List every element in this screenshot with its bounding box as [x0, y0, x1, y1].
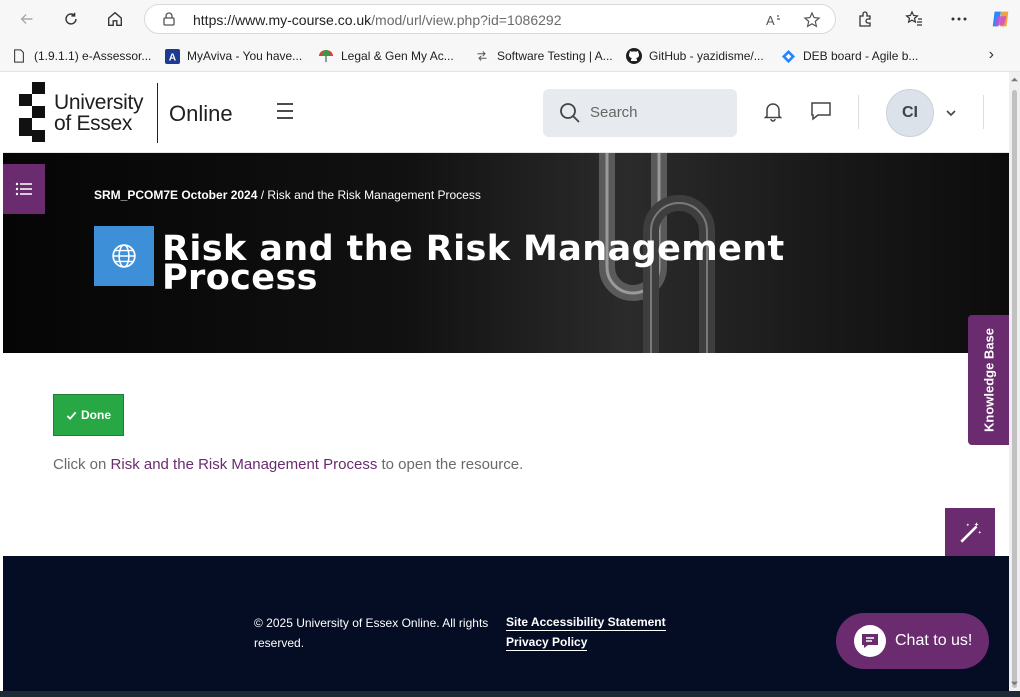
bookmark-label: MyAviva - You have... — [187, 49, 303, 63]
magic-wand-icon — [960, 522, 982, 543]
chat-label: Chat to us! — [895, 632, 973, 649]
instructions-prefix: Click on — [53, 456, 111, 473]
logo-line-1: University — [54, 91, 144, 114]
bookmarks-overflow-chevron-icon[interactable]: › — [989, 46, 994, 64]
address-url: https://www.my-course.co.uk/mod/url/view… — [193, 12, 562, 28]
search-icon — [560, 103, 580, 123]
logo-line-2: of Essex — [54, 112, 133, 135]
page-scrollbar[interactable] — [1009, 72, 1020, 691]
lock-icon — [163, 12, 175, 26]
bookmark-item[interactable]: A MyAviva - You have... — [164, 46, 302, 66]
bookmark-label: DEB board - Agile b... — [803, 49, 919, 63]
back-arrow-icon — [20, 13, 33, 25]
university-logo-checker-icon[interactable] — [19, 82, 45, 144]
header-separator — [983, 95, 984, 129]
checkmark-icon — [66, 411, 77, 420]
home-icon — [108, 11, 122, 26]
chat-to-us-button[interactable]: Chat to us! — [836, 613, 989, 669]
extensions-button[interactable] — [855, 8, 877, 30]
arrows-icon — [474, 48, 490, 64]
bookmark-label: (1.9.1.1) e-Assessor... — [34, 49, 152, 63]
globe-icon — [112, 244, 136, 268]
instructions-suffix: to open the resource. — [377, 456, 524, 473]
copyright-text: © 2025 University of Essex Online. All r… — [254, 616, 489, 650]
knowledge-base-label: Knowledge Base — [981, 327, 996, 433]
ellipsis-icon — [951, 17, 967, 21]
scroll-down-arrow-icon[interactable] — [1011, 680, 1018, 687]
logo-online-text: Online — [169, 101, 233, 126]
bookmark-item[interactable]: GitHub - yazidisme/... — [626, 46, 764, 66]
refresh-button[interactable] — [58, 6, 84, 32]
page-header-banner: SRM_PCOM7E October 2024 / Risk and the R… — [3, 153, 1009, 353]
search-placeholder: Search — [590, 104, 638, 121]
document-icon — [11, 48, 27, 64]
course-index-drawer-button[interactable] — [3, 164, 45, 214]
privacy-policy-link[interactable]: Privacy Policy — [506, 635, 588, 651]
site-footer: © 2025 University of Essex Online. All r… — [3, 556, 1009, 691]
bookmark-label: Legal & Gen My Ac... — [341, 49, 454, 63]
chat-bubble-icon — [854, 625, 886, 657]
done-label: Done — [81, 408, 111, 422]
favorites-button[interactable] — [903, 8, 925, 30]
aviva-icon: A — [164, 48, 180, 64]
breadcrumb-separator: / — [257, 188, 268, 202]
svg-text:A: A — [168, 52, 176, 63]
puzzle-icon — [859, 11, 871, 27]
url-resource-icon-tile — [94, 226, 154, 286]
chevron-down-icon[interactable] — [944, 106, 958, 120]
list-icon — [15, 182, 32, 196]
breadcrumb: SRM_PCOM7E October 2024 / Risk and the R… — [94, 188, 481, 202]
bookmark-item[interactable]: Software Testing | A... — [474, 46, 613, 66]
home-button[interactable] — [102, 6, 128, 32]
user-avatar[interactable]: CI — [886, 89, 934, 137]
page-title: Risk and the Risk Management Process — [162, 229, 785, 298]
browser-window: https://www.my-course.co.uk/mod/url/view… — [0, 0, 1020, 697]
university-logo-text[interactable]: University of Essex — [54, 92, 143, 134]
avatar-initials: CI — [902, 104, 918, 121]
scrollbar-thumb[interactable] — [1012, 90, 1017, 688]
copilot-icon — [992, 11, 1009, 27]
svg-text:A: A — [766, 13, 775, 28]
course-page: University of Essex Online Search CI SRM… — [3, 72, 1009, 691]
resource-link[interactable]: Risk and the Risk Management Process — [111, 456, 378, 473]
more-menu-button[interactable] — [948, 8, 970, 30]
messages-icon[interactable] — [809, 99, 833, 123]
accessibility-statement-link[interactable]: Site Accessibility Statement — [506, 615, 666, 631]
address-bar[interactable]: https://www.my-course.co.uk/mod/url/view… — [144, 4, 836, 34]
bookmark-item[interactable]: Legal & Gen My Ac... — [318, 46, 454, 66]
jira-icon — [780, 48, 796, 64]
bookmark-item[interactable]: (1.9.1.1) e-Assessor... — [11, 46, 151, 66]
favorite-star-icon[interactable] — [803, 11, 821, 29]
done-completion-button[interactable]: Done — [53, 394, 124, 436]
knowledge-base-tab[interactable]: Knowledge Base — [968, 315, 1009, 445]
bookmark-label: Software Testing | A... — [497, 49, 613, 63]
refresh-icon — [65, 12, 77, 25]
hamburger-menu-icon[interactable] — [273, 99, 297, 123]
logo-divider — [157, 83, 158, 143]
browser-toolbar: https://www.my-course.co.uk/mod/url/view… — [0, 0, 1020, 38]
favorites-list-icon — [905, 10, 922, 26]
scroll-up-arrow-icon[interactable] — [1011, 76, 1018, 83]
resource-instructions: Click on Risk and the Risk Management Pr… — [53, 456, 523, 473]
breadcrumb-current-page: Risk and the Risk Management Process — [267, 188, 481, 202]
site-header: University of Essex Online Search CI — [3, 72, 1009, 153]
search-box[interactable]: Search — [543, 89, 737, 137]
header-separator — [858, 95, 859, 129]
umbrella-icon — [318, 48, 334, 64]
breadcrumb-course-link[interactable]: SRM_PCOM7E October 2024 — [94, 188, 257, 202]
copilot-button[interactable] — [989, 7, 1013, 31]
bookmark-label: GitHub - yazidisme/... — [649, 49, 764, 63]
notification-bell-icon[interactable] — [761, 99, 785, 123]
taskbar-strip — [0, 691, 1020, 697]
bookmarks-bar: (1.9.1.1) e-Assessor... A MyAviva - You … — [0, 38, 1020, 72]
github-icon — [626, 48, 642, 64]
read-aloud-icon[interactable]: A — [765, 11, 783, 29]
back-button[interactable] — [14, 6, 40, 32]
bookmark-item[interactable]: DEB board - Agile b... — [780, 46, 918, 66]
accessibility-tools-button[interactable] — [945, 508, 995, 558]
